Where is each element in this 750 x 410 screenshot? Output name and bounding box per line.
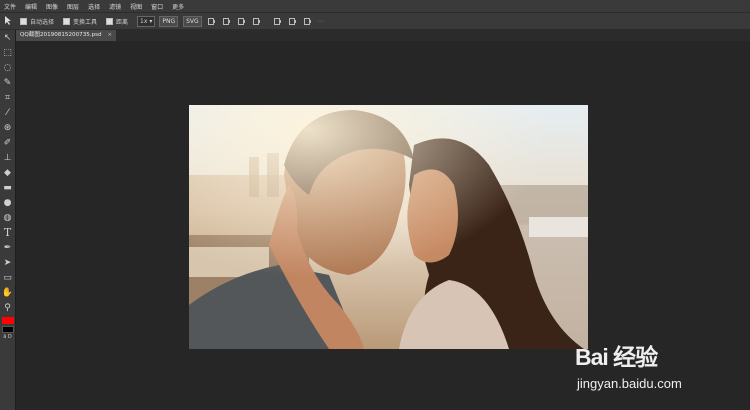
zoom-icon[interactable]: ⚲ xyxy=(0,300,15,315)
transform-controls-checkbox[interactable]: 变换工具 xyxy=(63,17,97,26)
brush-icon[interactable]: ✐ xyxy=(0,135,15,150)
blur-icon[interactable]: ● xyxy=(0,195,15,210)
distance-checkbox[interactable]: 距离 xyxy=(106,17,128,26)
png-button[interactable]: PNG xyxy=(159,15,179,27)
move-tool-icon xyxy=(4,15,12,27)
watermark-url: jingyan.baidu.com xyxy=(577,376,682,391)
stamp-icon[interactable]: ⊥ xyxy=(0,150,15,165)
align-top-icon[interactable] xyxy=(252,17,261,25)
hand-icon[interactable]: ✋ xyxy=(0,285,15,300)
menu-file[interactable]: 文件 xyxy=(4,2,16,11)
menu-filter[interactable]: 滤镜 xyxy=(109,2,121,11)
menu-window[interactable]: 窗口 xyxy=(151,2,163,11)
zoom-select[interactable]: 1x ▾ xyxy=(137,15,156,27)
options-bar: 自动选择 变换工具 距离 1x ▾ PNG SVG ⋯ xyxy=(0,12,750,30)
arrow-icon[interactable]: ↖ xyxy=(0,30,15,45)
marquee-icon[interactable]: ⬚ xyxy=(0,45,15,60)
rectangle-icon[interactable]: ▭ xyxy=(0,270,15,285)
checkbox-icon xyxy=(106,17,114,25)
foreground-color-swatch[interactable] xyxy=(1,317,14,324)
tools-panel: ↖ ⬚ ◌ ✎ ⌗ ⁄ ⊛ ✐ ⊥ ◆ ▬ ● ◍ T ✒ ➤ ▭ ✋ ⚲ ā … xyxy=(0,30,16,410)
type-icon[interactable]: T xyxy=(0,225,15,240)
svg-button[interactable]: SVG xyxy=(183,15,202,27)
path-select-icon[interactable]: ➤ xyxy=(0,255,15,270)
document-image[interactable] xyxy=(189,105,588,349)
dodge-icon[interactable]: ◍ xyxy=(0,210,15,225)
document-tab[interactable]: QQ截图20190815200735.psd × xyxy=(16,30,117,41)
menu-image[interactable]: 图像 xyxy=(46,2,58,11)
menu-view[interactable]: 视图 xyxy=(130,2,142,11)
distribute-center-icon[interactable] xyxy=(288,17,297,25)
crop-icon[interactable]: ⌗ xyxy=(0,90,15,105)
align-center-icon[interactable] xyxy=(222,17,231,25)
distribute-left-icon[interactable] xyxy=(273,17,282,25)
distribute-more-icon[interactable]: ⋯ xyxy=(318,18,324,25)
auto-select-checkbox[interactable]: 自动选择 xyxy=(20,17,54,26)
healing-icon[interactable]: ⊛ xyxy=(0,120,15,135)
checkbox-icon xyxy=(63,17,71,25)
menu-edit[interactable]: 编辑 xyxy=(25,2,37,11)
document-tab-bar: QQ截图20190815200735.psd × xyxy=(16,30,750,41)
gradient-icon[interactable]: ▬ xyxy=(0,180,15,195)
baidu-jingyan-watermark: Bai 经验 jingyan.baidu.com xyxy=(575,330,750,410)
menu-bar: 文件 编辑 图像 图层 选择 滤镜 视图 窗口 更多 xyxy=(0,0,750,12)
eyedropper-icon[interactable]: ⁄ xyxy=(0,105,15,120)
align-left-icon[interactable] xyxy=(207,17,216,25)
close-icon[interactable]: × xyxy=(107,32,112,38)
couple-photo xyxy=(189,105,588,349)
distribute-right-icon[interactable] xyxy=(303,17,312,25)
checkbox-icon xyxy=(20,17,27,25)
swap-colors-label[interactable]: ā D xyxy=(0,334,15,340)
lasso-icon[interactable]: ◌ xyxy=(0,60,15,75)
menu-more[interactable]: 更多 xyxy=(172,2,184,11)
watermark-brand: Bai 经验 xyxy=(575,344,658,370)
magic-wand-icon[interactable]: ✎ xyxy=(0,75,15,90)
menu-select[interactable]: 选择 xyxy=(88,2,100,11)
align-right-icon[interactable] xyxy=(237,17,246,25)
menu-layer[interactable]: 图层 xyxy=(67,2,79,11)
background-color-swatch[interactable] xyxy=(1,326,14,333)
pen-icon[interactable]: ✒ xyxy=(0,240,15,255)
eraser-icon[interactable]: ◆ xyxy=(0,165,15,180)
document-tab-title: QQ截图20190815200735.psd xyxy=(20,32,102,38)
